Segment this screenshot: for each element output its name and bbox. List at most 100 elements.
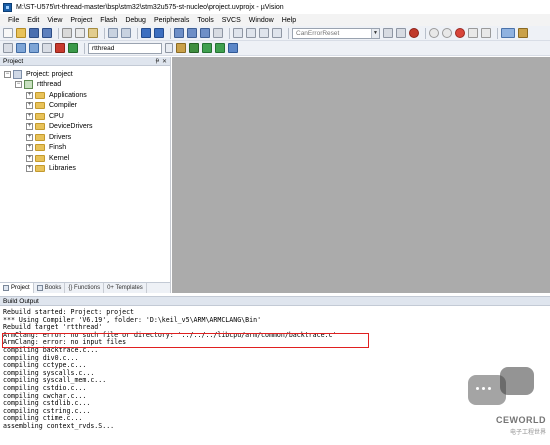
breakpoint-icon[interactable] <box>442 28 452 38</box>
group-label: Applications <box>49 91 87 99</box>
translate-icon[interactable] <box>3 43 13 53</box>
kill-breakpoints-icon[interactable] <box>481 28 491 38</box>
configure-icon[interactable] <box>518 28 528 38</box>
open-file-icon[interactable] <box>16 28 26 38</box>
copy-icon[interactable] <box>75 28 85 38</box>
batch-build-icon[interactable] <box>42 43 52 53</box>
group-label: Libraries <box>49 165 76 173</box>
expand-icon[interactable]: + <box>26 112 33 120</box>
indent-icon[interactable] <box>233 28 243 38</box>
clear-bookmarks-icon[interactable] <box>213 28 223 38</box>
save-all-icon[interactable] <box>42 28 52 38</box>
collapse-icon[interactable]: − <box>4 70 11 78</box>
expand-icon[interactable]: + <box>26 133 33 141</box>
next-bookmark-icon[interactable] <box>200 28 210 38</box>
paste-icon[interactable] <box>88 28 98 38</box>
incremental-find-icon[interactable] <box>409 28 419 38</box>
save-icon[interactable] <box>29 28 39 38</box>
expand-icon[interactable]: + <box>26 144 33 152</box>
toolbar-separator <box>425 27 426 39</box>
comment-icon[interactable] <box>259 28 269 38</box>
menu-tools[interactable]: Tools <box>193 17 217 24</box>
menu-bar: File Edit View Project Flash Debug Perip… <box>0 14 550 26</box>
expand-icon[interactable]: + <box>26 154 33 162</box>
group-label: Compiler <box>49 102 78 110</box>
undo-icon[interactable] <box>108 28 118 38</box>
editor-area[interactable] <box>172 57 550 293</box>
menu-peripherals[interactable]: Peripherals <box>150 17 193 24</box>
menu-view[interactable]: View <box>43 17 66 24</box>
menu-svcs[interactable]: SVCS <box>218 17 245 24</box>
tab-label: 0+ Templates <box>107 285 143 291</box>
manage-project-items-icon[interactable] <box>189 43 199 53</box>
tab-project[interactable]: Project <box>0 283 34 293</box>
find-icon[interactable] <box>396 28 406 38</box>
tab-functions[interactable]: {} Functions <box>65 283 105 293</box>
tree-project-root[interactable]: − Project: project <box>0 69 170 80</box>
menu-file[interactable]: File <box>4 17 23 24</box>
navigate-back-icon[interactable] <box>141 28 151 38</box>
chevron-down-icon[interactable] <box>165 43 173 53</box>
tree-group-cpu[interactable]: + CPU <box>0 111 170 122</box>
menu-project[interactable]: Project <box>66 17 96 24</box>
build-output-title: Build Output <box>3 298 39 305</box>
target-options-icon[interactable] <box>176 43 186 53</box>
project-label: Project: project <box>26 70 73 78</box>
find-combo[interactable]: CanErrorReset ▼ <box>292 27 380 39</box>
new-file-icon[interactable] <box>3 28 13 38</box>
tab-templates[interactable]: 0+ Templates <box>104 283 147 293</box>
tree-group-kernel[interactable]: + Kernel <box>0 153 170 164</box>
manage-run-time-environment-icon[interactable] <box>202 43 212 53</box>
tree-group-finsh[interactable]: + Finsh <box>0 143 170 154</box>
rebuild-icon[interactable] <box>29 43 39 53</box>
pin-icon[interactable]: ᵽ <box>156 58 159 65</box>
group-label: Kernel <box>49 154 70 162</box>
find-in-files-icon[interactable] <box>383 28 393 38</box>
tree-group-compiler[interactable]: + Compiler <box>0 101 170 112</box>
tree-group-drivers[interactable]: + Drivers <box>0 132 170 143</box>
expand-icon[interactable]: + <box>26 91 33 99</box>
collapse-icon[interactable]: − <box>15 81 22 89</box>
select-packs-icon[interactable] <box>215 43 225 53</box>
tree-group-devicedrivers[interactable]: + DeviceDrivers <box>0 122 170 133</box>
chat-bubble-icon <box>500 367 534 395</box>
disable-breakpoint-icon[interactable] <box>468 28 478 38</box>
stop-build-icon[interactable] <box>55 43 65 53</box>
expand-icon[interactable]: + <box>26 102 33 110</box>
tree-target[interactable]: − rtthread <box>0 80 170 91</box>
folder-icon <box>35 154 45 162</box>
cut-icon[interactable] <box>62 28 72 38</box>
tab-books[interactable]: Books <box>34 283 66 293</box>
chevron-down-icon[interactable]: ▼ <box>371 28 379 38</box>
bookmark-icon[interactable] <box>174 28 184 38</box>
menu-flash[interactable]: Flash <box>96 17 121 24</box>
build-icon[interactable] <box>16 43 26 53</box>
close-icon[interactable]: ✕ <box>162 58 167 65</box>
menu-help[interactable]: Help <box>278 17 300 24</box>
expand-icon[interactable]: + <box>26 165 33 173</box>
navigate-forward-icon[interactable] <box>154 28 164 38</box>
file-toolbar: CanErrorReset ▼ <box>0 26 550 41</box>
debug-session-icon[interactable] <box>429 28 439 38</box>
project-panel-tabs: Project Books {} Functions 0+ Templates <box>0 282 170 293</box>
menu-debug[interactable]: Debug <box>121 17 150 24</box>
expand-icon[interactable]: + <box>26 123 33 131</box>
unindent-icon[interactable] <box>246 28 256 38</box>
pack-installer-icon[interactable] <box>228 43 238 53</box>
uncomment-icon[interactable] <box>272 28 282 38</box>
menu-window[interactable]: Window <box>245 17 278 24</box>
target-select[interactable]: rtthread <box>88 42 162 54</box>
insert-breakpoint-icon[interactable] <box>455 28 465 38</box>
toolbar-separator <box>170 27 171 39</box>
redo-icon[interactable] <box>121 28 131 38</box>
prev-bookmark-icon[interactable] <box>187 28 197 38</box>
build-toolbar: rtthread <box>0 41 550 56</box>
folder-icon <box>35 123 45 131</box>
tab-label: Project <box>11 285 30 291</box>
menu-edit[interactable]: Edit <box>23 17 43 24</box>
tree-group-libraries[interactable]: + Libraries <box>0 164 170 175</box>
window-layout-icon[interactable] <box>501 28 515 38</box>
tree-group-applications[interactable]: + Applications <box>0 90 170 101</box>
folder-icon <box>35 144 45 152</box>
download-icon[interactable] <box>68 43 78 53</box>
